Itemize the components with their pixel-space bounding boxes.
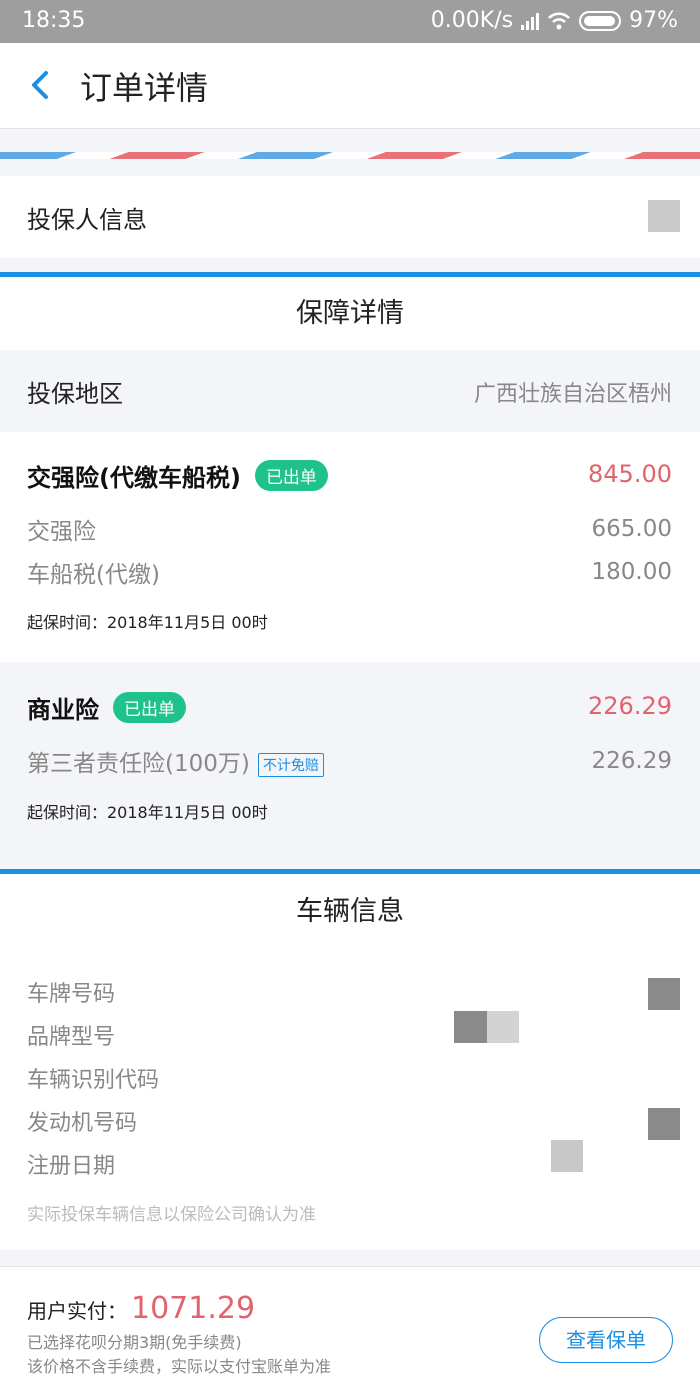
status-bar: 18:35 0.00K/s 97% xyxy=(0,0,700,43)
status-time: 18:35 xyxy=(22,8,86,33)
policy-holder-label: 投保人信息 xyxy=(27,206,147,234)
vin-label: 车辆识别代码 xyxy=(27,1068,160,1093)
compulsory-total: 845.00 xyxy=(588,460,672,488)
status-right: 0.00K/s 97% xyxy=(431,8,678,33)
redacted-brand xyxy=(454,1011,487,1043)
page-title: 订单详情 xyxy=(80,69,209,107)
wifi-icon xyxy=(548,12,570,29)
paid-label: 用户实付： xyxy=(27,1299,127,1323)
view-policy-button[interactable]: 查看保单 xyxy=(539,1317,673,1363)
item-name: 交强险 xyxy=(27,519,96,545)
compulsory-start-time: 起保时间：2018年11月5日 00时 xyxy=(27,613,268,632)
issued-badge: 已出单 xyxy=(254,460,328,491)
installment-note: 已选择花呗分期3期(免手续费) xyxy=(27,1333,242,1352)
battery-percent: 97% xyxy=(629,8,678,33)
redacted-value xyxy=(648,200,680,232)
third-party-item-row: 第三者责任险(100万) 不计免赔 226.29 xyxy=(27,744,672,778)
redacted-engine xyxy=(648,1108,680,1140)
commercial-title: 商业险 xyxy=(27,696,99,724)
engine-number-label: 发动机号码 xyxy=(27,1111,138,1136)
redacted-brand xyxy=(487,1011,519,1043)
register-date-label: 注册日期 xyxy=(27,1154,116,1179)
compulsory-item-row: 交强险 665.00 xyxy=(27,512,672,546)
compulsory-insurance-block: 交强险(代缴车船税) 已出单 845.00 交强险 665.00 车船税(代缴)… xyxy=(0,432,700,662)
region-label: 投保地区 xyxy=(27,380,123,408)
plate-number-label: 车牌号码 xyxy=(27,982,116,1007)
fee-note: 该价格不含手续费，实际以支付宝账单为准 xyxy=(27,1357,332,1376)
redacted-plate xyxy=(648,978,680,1010)
vehicle-title-text: 车辆信息 xyxy=(296,896,404,927)
vehicle-tax-item-row: 车船税(代缴) 180.00 xyxy=(27,555,672,589)
item-amount: 180.00 xyxy=(591,559,672,585)
commercial-title-row: 商业险 已出单 xyxy=(27,690,186,725)
payment-footer: 用户实付： 1071.29 已选择花呗分期3期(免手续费) 该价格不含手续费，实… xyxy=(0,1266,700,1400)
commercial-start-time: 起保时间：2018年11月5日 00时 xyxy=(27,803,268,822)
item-amount: 226.29 xyxy=(591,748,672,774)
issued-badge: 已出单 xyxy=(113,692,186,723)
commercial-total: 226.29 xyxy=(588,692,672,720)
back-arrow-icon[interactable] xyxy=(26,67,56,103)
deductible-waiver-tag: 不计免赔 xyxy=(257,752,324,777)
item-name: 第三者责任险(100万) xyxy=(27,751,250,777)
brand-model-label: 品牌型号 xyxy=(27,1025,116,1050)
commercial-insurance-block: 商业险 已出单 226.29 第三者责任险(100万) 不计免赔 226.29 起… xyxy=(0,662,700,852)
compulsory-title: 交强险(代缴车船税) xyxy=(27,464,241,492)
insured-region-row: 投保地区 广西壮族自治区梧州 xyxy=(0,350,700,432)
redacted-date xyxy=(551,1140,583,1172)
paid-amount: 1071.29 xyxy=(131,1291,256,1326)
signal-icon xyxy=(521,12,540,30)
network-speed: 0.00K/s xyxy=(430,8,514,33)
coverage-title-text: 保障详情 xyxy=(296,298,404,329)
battery-icon xyxy=(579,10,622,31)
paid-amount-row: 用户实付： 1071.29 xyxy=(27,1291,255,1326)
coverage-title: 保障详情 xyxy=(0,277,700,350)
vehicle-title: 车辆信息 xyxy=(0,874,700,942)
policy-holder-row[interactable]: 投保人信息 xyxy=(0,176,700,258)
nav-bar: 订单详情 xyxy=(0,43,700,129)
item-name: 车船税(代缴) xyxy=(27,562,160,588)
vehicle-note: 实际投保车辆信息以保险公司确认为准 xyxy=(27,1205,316,1225)
region-value: 广西壮族自治区梧州 xyxy=(473,382,672,407)
compulsory-title-row: 交强险(代缴车船税) 已出单 xyxy=(27,458,328,493)
airmail-divider xyxy=(0,152,700,159)
vehicle-info-section: 车牌号码 品牌型号 车辆识别代码 发动机号码 注册日期 实际投保车辆信息以保险公… xyxy=(0,942,700,1250)
item-amount: 665.00 xyxy=(591,516,672,542)
item-name-wrap: 第三者责任险(100万) 不计免赔 xyxy=(27,744,324,778)
